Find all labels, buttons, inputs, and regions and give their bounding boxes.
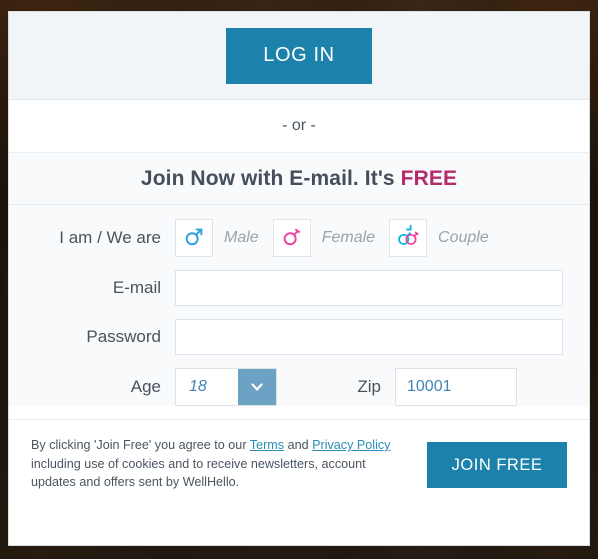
signup-form: I am / We are Male Female Couple E-mail … bbox=[9, 205, 589, 406]
gender-row: I am / We are Male Female Couple bbox=[9, 219, 589, 257]
email-input[interactable] bbox=[175, 270, 563, 306]
email-row: E-mail bbox=[9, 270, 589, 306]
join-heading-prefix: Join Now with E-mail. It's bbox=[140, 166, 401, 190]
join-heading-free: FREE bbox=[400, 166, 458, 190]
age-label: Age bbox=[130, 377, 161, 396]
gender-option-male[interactable] bbox=[175, 219, 213, 257]
disclaimer-text-3: including use of cookies and to receive … bbox=[31, 456, 366, 490]
or-divider-text: - or - bbox=[282, 117, 316, 134]
terms-link[interactable]: Terms bbox=[250, 438, 284, 452]
disclaimer-text-2: and bbox=[284, 438, 313, 452]
or-divider: - or - bbox=[9, 100, 589, 153]
email-label: E-mail bbox=[112, 278, 161, 297]
join-free-button[interactable]: JOIN FREE bbox=[427, 442, 567, 488]
gender-option-group: Male Female Couple bbox=[175, 219, 489, 257]
gender-option-male-label[interactable]: Male bbox=[224, 229, 259, 247]
venus-symbol-icon bbox=[281, 225, 303, 252]
age-select[interactable]: 18 bbox=[175, 368, 277, 406]
zip-label: Zip bbox=[357, 377, 381, 396]
gender-option-female[interactable] bbox=[272, 219, 311, 257]
join-heading-section: Join Now with E-mail. It's FREE bbox=[9, 153, 589, 205]
couple-symbols-icon bbox=[396, 224, 420, 252]
gender-option-couple-label[interactable]: Couple bbox=[438, 229, 489, 247]
gender-option-female-label[interactable]: Female bbox=[322, 229, 375, 247]
mars-symbol-icon bbox=[183, 225, 205, 252]
chevron-down-icon[interactable] bbox=[238, 369, 276, 405]
privacy-policy-link[interactable]: Privacy Policy bbox=[312, 438, 390, 452]
disclaimer-text-1: By clicking 'Join Free' you agree to our bbox=[31, 438, 250, 452]
legal-disclaimer: By clicking 'Join Free' you agree to our… bbox=[31, 436, 391, 492]
log-in-button[interactable]: LOG IN bbox=[226, 27, 372, 84]
join-heading: Join Now with E-mail. It's FREE bbox=[141, 167, 457, 191]
age-selected-value: 18 bbox=[189, 378, 207, 395]
signup-footer: By clicking 'Join Free' you agree to our… bbox=[9, 419, 589, 519]
password-label: Password bbox=[86, 327, 161, 346]
login-section: LOG IN bbox=[9, 12, 589, 100]
password-row: Password bbox=[9, 319, 589, 355]
gender-option-couple[interactable] bbox=[389, 219, 428, 257]
password-input[interactable] bbox=[175, 319, 563, 355]
gender-label: I am / We are bbox=[59, 228, 161, 247]
age-zip-row: Age 18 Zip bbox=[9, 368, 589, 406]
zip-input[interactable] bbox=[395, 368, 517, 406]
signup-card: LOG IN - or - Join Now with E-mail. It's… bbox=[8, 11, 590, 546]
